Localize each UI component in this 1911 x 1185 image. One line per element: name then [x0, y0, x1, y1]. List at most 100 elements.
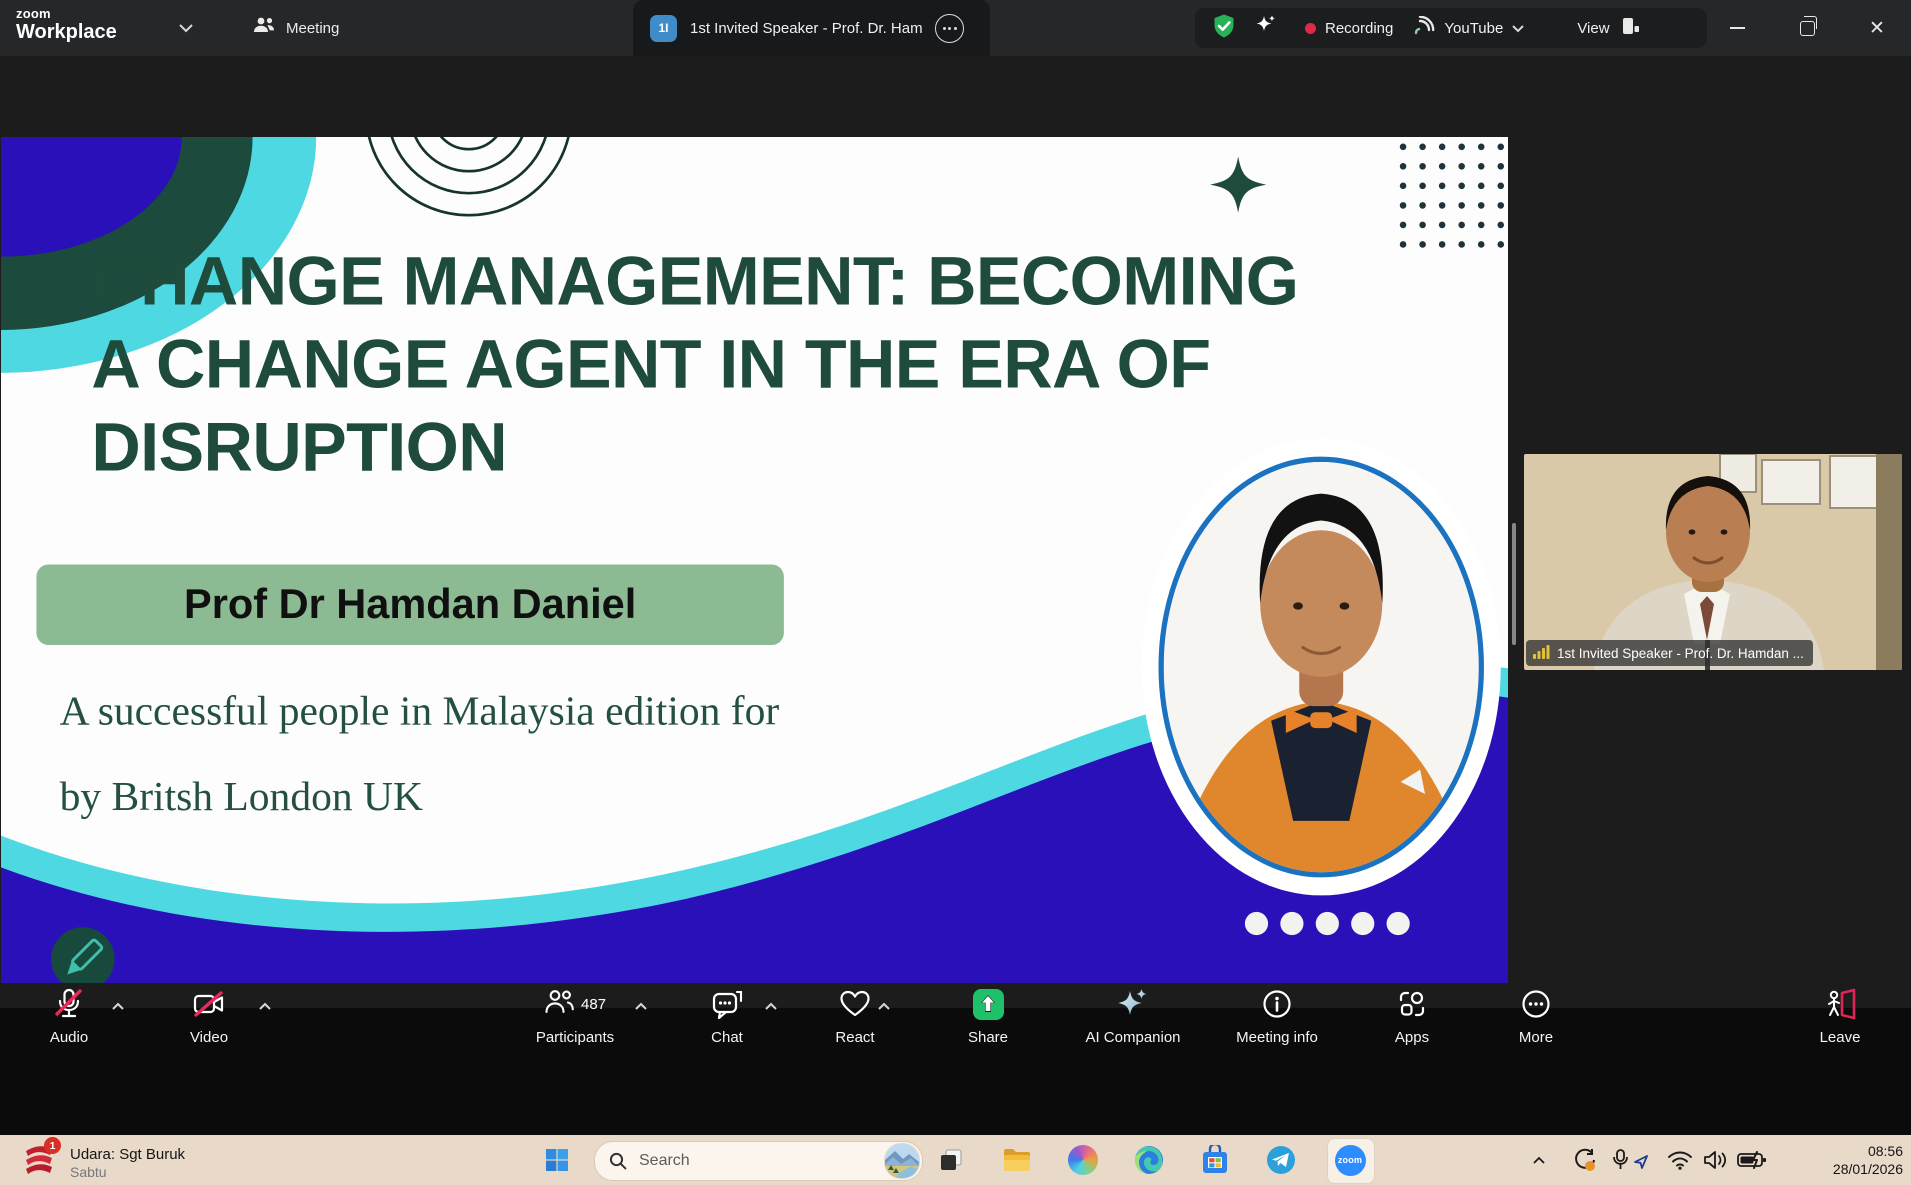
slide-title-line2: A CHANGE AGENT IN THE ERA OF	[91, 323, 1298, 406]
video-tile-name: 1st Invited Speaker - Prof. Dr. Hamdan .…	[1557, 646, 1804, 661]
apps-icon	[1397, 988, 1427, 1020]
view-layout-icon[interactable]	[1620, 16, 1640, 40]
info-icon	[1262, 988, 1292, 1020]
tray-mic-location-icon[interactable]	[1608, 1143, 1652, 1177]
youtube-chevron-down-icon[interactable]	[1511, 20, 1525, 37]
ai-sparkle-icon[interactable]	[1253, 13, 1279, 43]
participants-options-chevron-icon[interactable]	[631, 998, 651, 1014]
slide-title-line1: CHANGE MANAGEMENT: BECOMING	[91, 240, 1298, 323]
tray-battery-icon[interactable]	[1735, 1143, 1769, 1177]
live-stream-icon	[1413, 16, 1435, 40]
people-icon	[252, 16, 276, 40]
speaker-video-tile[interactable]: 1st Invited Speaker - Prof. Dr. Hamdan .…	[1524, 454, 1902, 670]
apps-label: Apps	[1395, 1029, 1429, 1046]
tray-sync-icon[interactable]	[1568, 1143, 1602, 1177]
microphone-muted-icon	[54, 988, 84, 1020]
apps-button[interactable]: Apps	[1352, 988, 1472, 1046]
more-ellipsis-icon	[1521, 988, 1551, 1020]
react-options-chevron-icon[interactable]	[874, 998, 894, 1014]
taskbar-search[interactable]	[594, 1141, 923, 1181]
chat-label: Chat	[711, 1029, 743, 1046]
notification-subtitle: Sabtu	[70, 1164, 185, 1180]
meeting-tab-label: Meeting	[286, 20, 339, 37]
logo-workplace: Workplace	[16, 22, 117, 42]
meeting-info-button[interactable]: Meeting info	[1207, 988, 1347, 1046]
restore-button[interactable]	[1778, 0, 1836, 56]
titlebar: zoom Workplace Meeting 1I 1st Invited Sp…	[0, 0, 1911, 56]
chat-button[interactable]: Chat	[667, 988, 787, 1046]
video-strip-scrollbar[interactable]	[1512, 523, 1516, 645]
more-label: More	[1519, 1029, 1553, 1046]
tray-chevron-up-icon[interactable]	[1522, 1143, 1556, 1177]
tab-more-icon[interactable]	[935, 14, 964, 43]
share-screen-icon	[973, 989, 1004, 1020]
leave-button[interactable]: Leave	[1780, 988, 1900, 1046]
search-daily-image[interactable]	[884, 1143, 920, 1179]
microsoft-store-button[interactable]	[1198, 1143, 1232, 1177]
notification-title: Udara: Sgt Buruk	[70, 1146, 185, 1163]
logo-zoom: zoom	[16, 7, 117, 20]
audio-button[interactable]: Audio	[9, 988, 129, 1046]
share-button[interactable]: Share	[928, 988, 1048, 1046]
taskbar-clock[interactable]: 08:56 28/01/2026	[1833, 1142, 1903, 1178]
participants-label: Participants	[536, 1029, 614, 1046]
notification-badge: 1	[44, 1137, 61, 1154]
clock-date: 28/01/2026	[1833, 1160, 1903, 1178]
tab-meeting[interactable]: Meeting	[252, 0, 339, 56]
ai-companion-label: AI Companion	[1085, 1029, 1180, 1046]
video-button[interactable]: Video	[149, 988, 269, 1046]
speaker-video-frame	[1524, 454, 1902, 670]
chat-icon	[711, 988, 743, 1020]
connection-bars-icon	[1533, 645, 1550, 662]
zoom-app-button[interactable]: zoom	[1333, 1143, 1367, 1177]
audio-label: Audio	[50, 1029, 88, 1046]
tab-active-speaker[interactable]: 1I 1st Invited Speaker - Prof. Dr. Ham	[633, 0, 990, 56]
tray-wifi-icon[interactable]	[1663, 1143, 1697, 1177]
close-button[interactable]: ✕	[1848, 0, 1906, 56]
security-shield-icon[interactable]	[1211, 13, 1237, 43]
chat-options-chevron-icon[interactable]	[761, 998, 781, 1014]
recording-label: Recording	[1325, 20, 1393, 37]
subtitle-line1: A successful people in Malaysia edition …	[60, 669, 780, 754]
slide-title-line3: DISRUPTION	[91, 406, 1298, 489]
react-button[interactable]: React	[795, 988, 915, 1046]
search-input[interactable]	[637, 1151, 851, 1171]
view-label[interactable]: View	[1577, 20, 1609, 37]
video-tile-nameplate: 1st Invited Speaker - Prof. Dr. Hamdan .…	[1526, 640, 1813, 666]
minimize-button[interactable]	[1708, 0, 1766, 56]
file-explorer-button[interactable]	[1000, 1143, 1034, 1177]
clock-time: 08:56	[1833, 1142, 1903, 1160]
shared-screen-slide: CHANGE MANAGEMENT: BECOMING A CHANGE AGE…	[1, 137, 1508, 983]
copilot-button[interactable]	[1066, 1143, 1100, 1177]
ai-companion-icon	[1116, 988, 1150, 1020]
meeting-status-pill: Recording YouTube View	[1195, 8, 1707, 48]
search-icon	[609, 1152, 627, 1170]
speaker-name-badge: Prof Dr Hamdan Daniel	[36, 564, 783, 645]
leave-door-icon	[1823, 988, 1857, 1020]
audio-options-chevron-icon[interactable]	[108, 998, 128, 1014]
ai-companion-button[interactable]: AI Companion	[1063, 988, 1203, 1046]
notification-app-icon: 1	[22, 1141, 58, 1184]
meeting-info-label: Meeting info	[1236, 1029, 1318, 1046]
more-button[interactable]: More	[1476, 988, 1596, 1046]
taskbar-notification[interactable]: 1 Udara: Sgt Buruk Sabtu	[22, 1141, 185, 1184]
tray-volume-icon[interactable]	[1698, 1143, 1732, 1177]
tab-title: 1st Invited Speaker - Prof. Dr. Ham	[690, 20, 935, 37]
slide-subtitle: A successful people in Malaysia edition …	[60, 669, 780, 840]
workspace-chevron-down-icon[interactable]	[178, 20, 194, 38]
edge-button[interactable]	[1132, 1143, 1166, 1177]
video-label: Video	[190, 1029, 228, 1046]
youtube-stream-label[interactable]: YouTube	[1444, 20, 1503, 37]
camera-muted-icon	[192, 988, 226, 1020]
start-button[interactable]	[540, 1143, 574, 1177]
share-label: Share	[968, 1029, 1008, 1046]
task-view-button[interactable]	[934, 1143, 968, 1177]
meeting-toolbar: Audio Video 487 Participants Chat	[0, 974, 1911, 1079]
tab-badge: 1I	[650, 15, 677, 42]
participants-count: 487	[581, 996, 606, 1013]
participants-button[interactable]: 487 Participants	[500, 988, 650, 1046]
subtitle-line2: by Britsh London UK	[60, 755, 780, 840]
heart-icon	[839, 988, 871, 1020]
video-options-chevron-icon[interactable]	[255, 998, 275, 1014]
telegram-button[interactable]	[1264, 1143, 1298, 1177]
